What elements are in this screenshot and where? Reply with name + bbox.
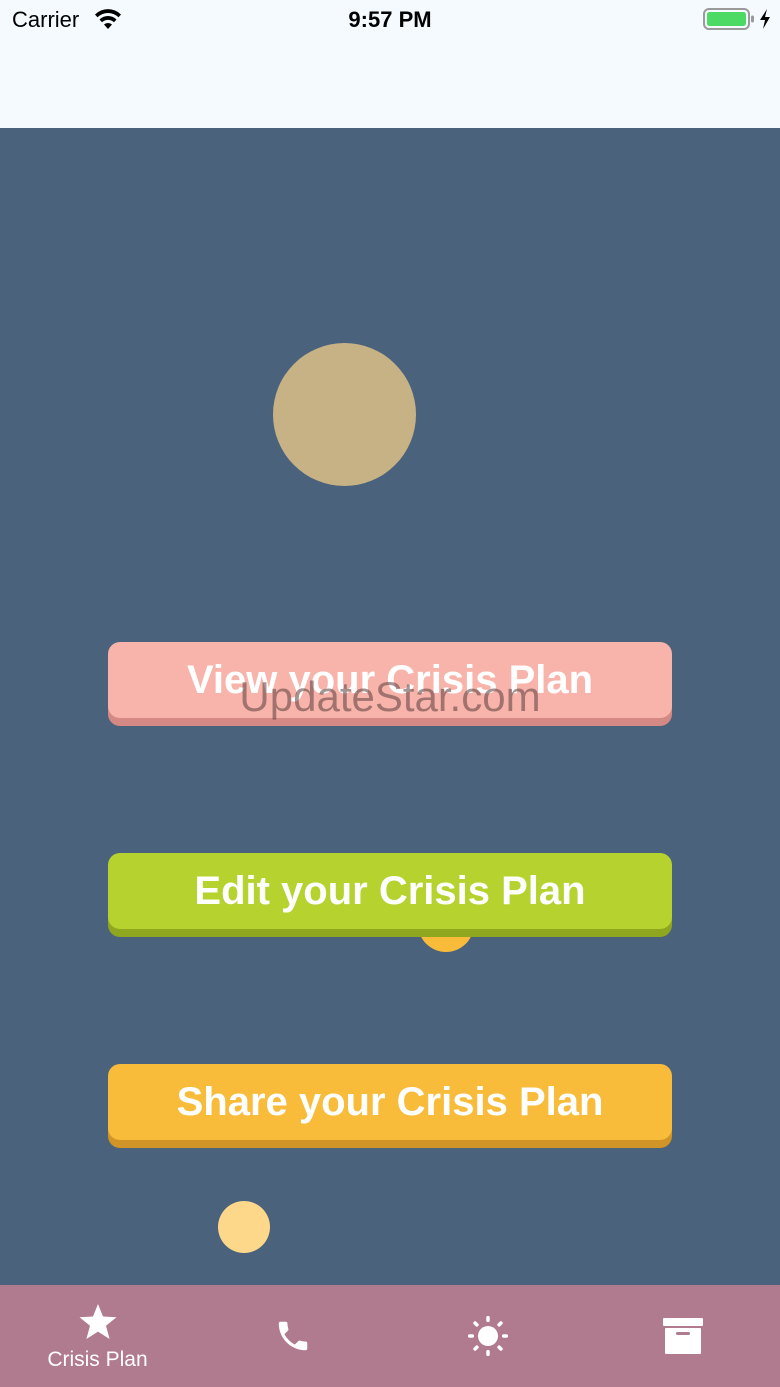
tab-label-crisis-plan: Crisis Plan	[47, 1348, 148, 1371]
phone-icon	[278, 1321, 307, 1351]
decorative-circle-small	[218, 1201, 270, 1253]
tab-phone[interactable]	[195, 1285, 390, 1387]
tab-crisis-plan[interactable]: Crisis Plan	[0, 1285, 195, 1387]
decorative-circle-large	[273, 343, 416, 486]
tab-wellbeing[interactable]	[390, 1285, 585, 1387]
sun-icon	[467, 1316, 508, 1356]
main-content: View your Crisis Plan Edit your Crisis P…	[0, 128, 780, 1285]
share-crisis-plan-button[interactable]: Share your Crisis Plan	[108, 1064, 672, 1140]
battery-icon	[703, 8, 754, 30]
tab-bar: Crisis Plan	[0, 1285, 780, 1387]
star-icon	[79, 1304, 116, 1339]
charging-bolt-icon	[760, 9, 770, 29]
tab-archive[interactable]	[585, 1285, 780, 1387]
archive-box-icon	[662, 1318, 703, 1354]
status-bar: Carrier 9:57 PM	[0, 0, 780, 128]
view-crisis-plan-button[interactable]: View your Crisis Plan	[108, 642, 672, 718]
edit-crisis-plan-button[interactable]: Edit your Crisis Plan	[108, 853, 672, 929]
status-time: 9:57 PM	[348, 7, 432, 32]
